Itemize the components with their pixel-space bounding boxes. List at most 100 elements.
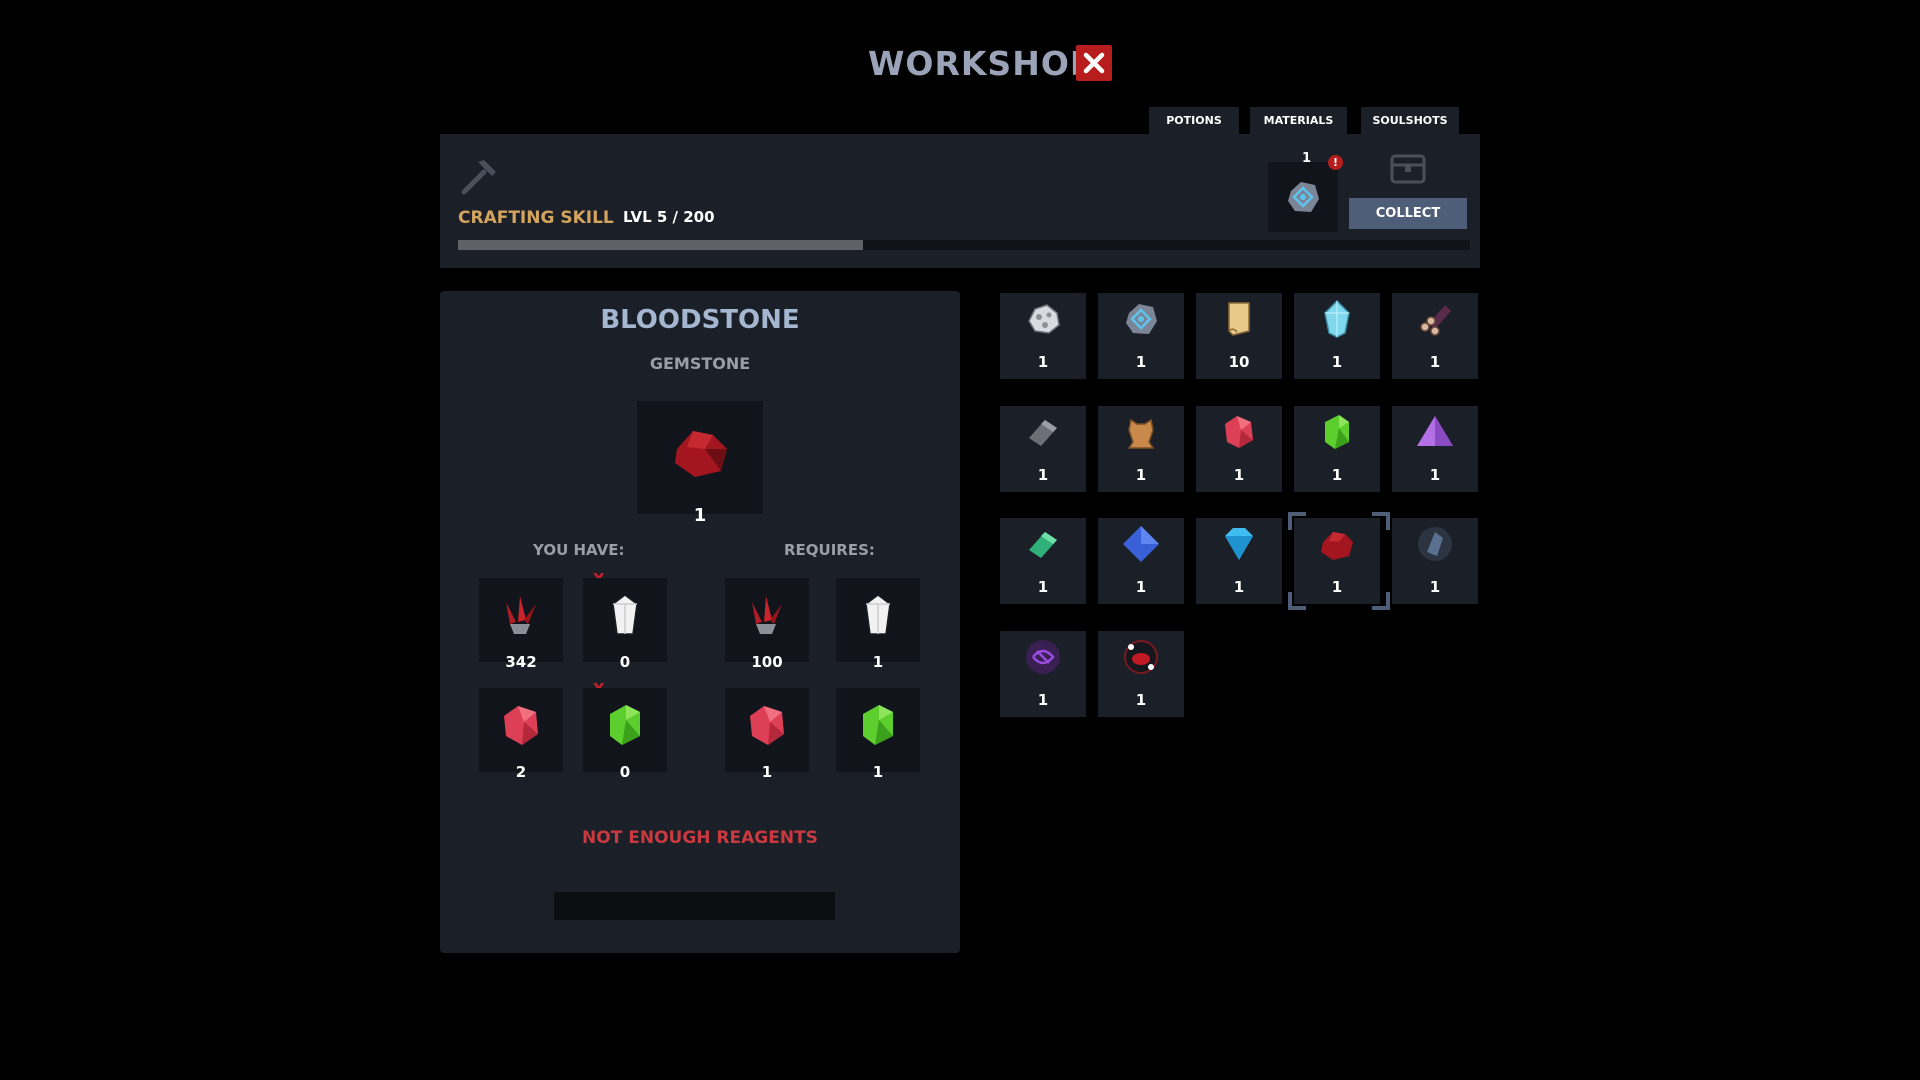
crafting-skill-label: CRAFTING SKILL (458, 208, 614, 228)
item-slot-green-ingot[interactable]: 1 (1000, 518, 1086, 604)
item-slot-bloodstone-selected[interactable]: 1 (1294, 518, 1380, 604)
iron-ingot-icon (1029, 420, 1057, 446)
purple-rune-icon (1026, 640, 1060, 674)
item-qty: 1 (1037, 466, 1049, 484)
red-gem-icon (504, 706, 538, 745)
requires-qty-red-crystal-cluster: 100 (751, 653, 783, 671)
recipe-detail-panel: BLOODSTONE GEMSTONE 1 YOU HAVE: REQUIRES… (440, 291, 960, 953)
blue-diamond-icon (1123, 526, 1159, 562)
hammer-icon (461, 160, 496, 195)
requires-slot-white-crystal (836, 578, 920, 662)
skill-reward-slot[interactable] (1268, 162, 1338, 232)
have-slot-green-gem (583, 688, 667, 772)
item-slot-leather-hide[interactable]: 1 (1098, 406, 1184, 492)
requires-qty-red-gem: 1 (761, 763, 773, 781)
red-eye-orb-icon (1124, 640, 1158, 674)
item-slot-cyan-diamond[interactable]: 1 (1196, 518, 1282, 604)
item-slot-rune-stone[interactable]: 1 (1098, 293, 1184, 379)
you-have-label: YOU HAVE: (533, 541, 625, 559)
selection-corner (1372, 592, 1390, 610)
leather-hide-icon (1127, 418, 1155, 449)
dark-crystal-icon (1418, 527, 1452, 561)
item-qty: 1 (1233, 578, 1245, 596)
close-icon (1083, 52, 1105, 74)
requires-slot-red-gem (725, 688, 809, 772)
item-slot-logs[interactable]: 1 (1392, 293, 1478, 379)
item-qty: 1 (1429, 353, 1441, 371)
item-qty: 1 (1331, 578, 1343, 596)
have-slot-white-crystal (583, 578, 667, 662)
item-slot-red-gem[interactable]: 1 (1196, 406, 1282, 492)
requires-slot-red-crystal-cluster (725, 578, 809, 662)
red-crystal-cluster-icon (752, 596, 782, 634)
have-slot-red-crystal-cluster (479, 578, 563, 662)
white-crystal-icon (865, 594, 891, 635)
ice-crystal-icon (1324, 299, 1350, 338)
item-qty: 1 (1037, 353, 1049, 371)
result-item-slot (637, 401, 763, 514)
bloodstone-icon (675, 431, 727, 477)
have-qty-green-gem: 0 (619, 763, 631, 781)
requires-qty-white-crystal: 1 (872, 653, 884, 671)
alert-badge: ! (1328, 155, 1343, 170)
item-qty: 1 (1429, 466, 1441, 484)
item-slot-red-eye-orb[interactable]: 1 (1098, 631, 1184, 717)
item-slot-scroll[interactable]: 10 (1196, 293, 1282, 379)
page-title: WORKSHOP (868, 44, 1096, 83)
item-qty: 1 (1135, 353, 1147, 371)
scroll-icon (1228, 302, 1250, 336)
crafting-skill-panel: CRAFTING SKILL LVL 5 / 200 1 ! COLLECT (440, 134, 1480, 268)
have-slot-red-gem (479, 688, 563, 772)
craft-progress-bar[interactable] (554, 892, 835, 920)
selection-corner (1288, 592, 1306, 610)
requires-slot-green-gem (836, 688, 920, 772)
green-gem-icon (863, 705, 893, 745)
requires-label: REQUIRES: (784, 541, 875, 559)
green-gem-icon (610, 705, 640, 745)
item-slot-ice-crystal[interactable]: 1 (1294, 293, 1380, 379)
have-qty-white-crystal: 0 (619, 653, 631, 671)
item-slot-blue-diamond[interactable]: 1 (1098, 518, 1184, 604)
bloodstone-icon (1321, 532, 1353, 560)
tab-potions[interactable]: POTIONS (1149, 107, 1239, 134)
skill-progress-fill (458, 240, 863, 250)
have-qty-red-crystal-cluster: 342 (505, 653, 537, 671)
item-qty: 1 (1331, 353, 1343, 371)
green-ingot-icon (1029, 532, 1057, 558)
item-slot-iron-ingot[interactable]: 1 (1000, 406, 1086, 492)
logs-icon (1420, 305, 1451, 336)
item-qty: 1 (1331, 466, 1343, 484)
item-qty: 1 (1429, 578, 1441, 596)
purple-triangle-gem-icon (1417, 416, 1453, 446)
item-slot-purple-rune[interactable]: 1 (1000, 631, 1086, 717)
skill-level: LVL 5 / 200 (623, 208, 715, 226)
collect-button[interactable]: COLLECT (1349, 198, 1467, 229)
white-crystal-icon (612, 594, 638, 635)
selection-corner (1372, 512, 1390, 530)
item-qty: 10 (1228, 353, 1250, 371)
item-slot-silver-ore[interactable]: 1 (1000, 293, 1086, 379)
red-crystal-cluster-icon (506, 596, 536, 634)
have-qty-red-gem: 2 (515, 763, 527, 781)
item-slot-dark-crystal[interactable]: 1 (1392, 518, 1478, 604)
not-enough-reagents-warning: NOT ENOUGH REAGENTS (582, 828, 818, 848)
green-gem-icon (1325, 415, 1349, 449)
chest-icon (1390, 154, 1426, 184)
item-slot-purple-triangle-gem[interactable]: 1 (1392, 406, 1478, 492)
silver-ore-icon (1028, 304, 1060, 334)
item-qty: 1 (1135, 578, 1147, 596)
item-qty: 1 (1233, 466, 1245, 484)
cyan-diamond-icon (1225, 528, 1253, 560)
red-gem-icon (750, 706, 784, 745)
result-quantity: 1 (693, 505, 707, 526)
tab-soulshots[interactable]: SOULSHOTS (1361, 107, 1459, 134)
item-qty: 1 (1135, 466, 1147, 484)
skill-progress-bar (458, 240, 1470, 250)
tab-materials[interactable]: MATERIALS (1250, 107, 1347, 134)
item-slot-green-gem[interactable]: 1 (1294, 406, 1380, 492)
item-qty: 1 (1037, 578, 1049, 596)
item-type: GEMSTONE (649, 354, 751, 373)
red-gem-icon (1225, 416, 1253, 448)
item-qty: 1 (1037, 691, 1049, 709)
close-button[interactable] (1076, 45, 1112, 81)
